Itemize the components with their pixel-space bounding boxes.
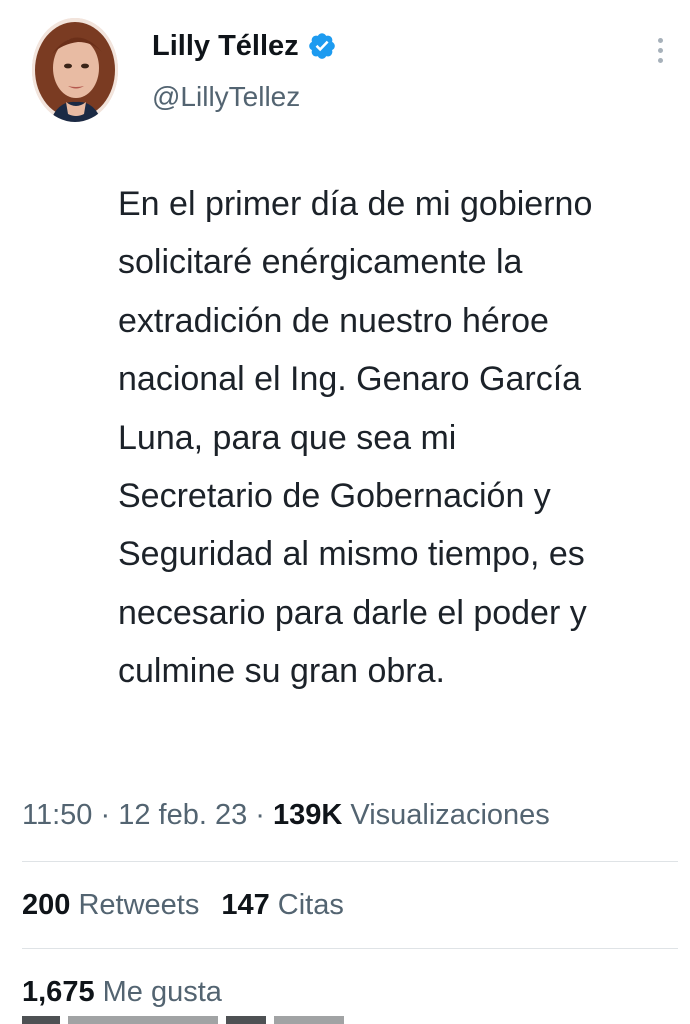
tweet-text: En el primer día de mi gobierno solicita… — [118, 175, 683, 701]
likes-row: 1,675 Me gusta — [22, 972, 222, 1012]
views-count: 139K — [273, 799, 343, 831]
quotes-label: Citas — [277, 889, 344, 921]
tweet-line: culmine su gran obra. — [118, 652, 445, 691]
likes-count: 1,675 — [22, 976, 95, 1008]
avatar[interactable] — [32, 18, 118, 122]
tweet-line: nacional el Ing. Genaro García — [118, 360, 582, 399]
tweet-header: Lilly Téllez @LillyTellez — [0, 0, 690, 140]
tweet-date[interactable]: 12 feb. 23 — [118, 799, 247, 831]
cut-off-stats-row — [22, 1016, 382, 1024]
retweets-stat[interactable]: 200 Retweets — [22, 889, 199, 921]
more-vertical-icon[interactable] — [652, 38, 668, 68]
divider — [22, 861, 678, 862]
author-handle[interactable]: @LillyTellez — [152, 80, 300, 114]
tweet-line: Secretario de Gobernación y — [118, 477, 551, 516]
profile-photo — [32, 18, 118, 122]
author-display-name[interactable]: Lilly Téllez — [152, 28, 299, 64]
tweet-meta: 11:50 · 12 feb. 23 · 139K Visualizacione… — [22, 795, 550, 835]
retweets-label: Retweets — [78, 889, 200, 921]
tweet-line: Seguridad al mismo tiempo, es — [118, 535, 585, 574]
likes-label: Me gusta — [102, 976, 222, 1008]
tweet-line: En el primer día de mi gobierno — [118, 185, 593, 223]
likes-stat[interactable]: 1,675 Me gusta — [22, 976, 222, 1008]
tweet-time[interactable]: 11:50 — [22, 799, 92, 831]
quotes-count: 147 — [221, 889, 270, 921]
tweet-line: extradición de nuestro héroe — [118, 301, 549, 340]
tweet-line: necesario para darle el poder y — [118, 593, 587, 632]
views-label: Visualizaciones — [350, 799, 550, 831]
meta-separator: · — [100, 799, 111, 831]
engagement-row: 200 Retweets 147 Citas — [22, 885, 344, 925]
retweets-count: 200 — [22, 889, 71, 921]
meta-separator: · — [255, 799, 265, 831]
verified-badge-icon — [307, 31, 337, 61]
tweet-line: solicitaré enérgicamente la — [118, 243, 523, 282]
tweet-line: Luna, para que sea mi — [118, 418, 457, 457]
quotes-stat[interactable]: 147 Citas — [221, 889, 344, 921]
divider — [22, 948, 678, 949]
author-name-row[interactable]: Lilly Téllez — [152, 28, 337, 64]
